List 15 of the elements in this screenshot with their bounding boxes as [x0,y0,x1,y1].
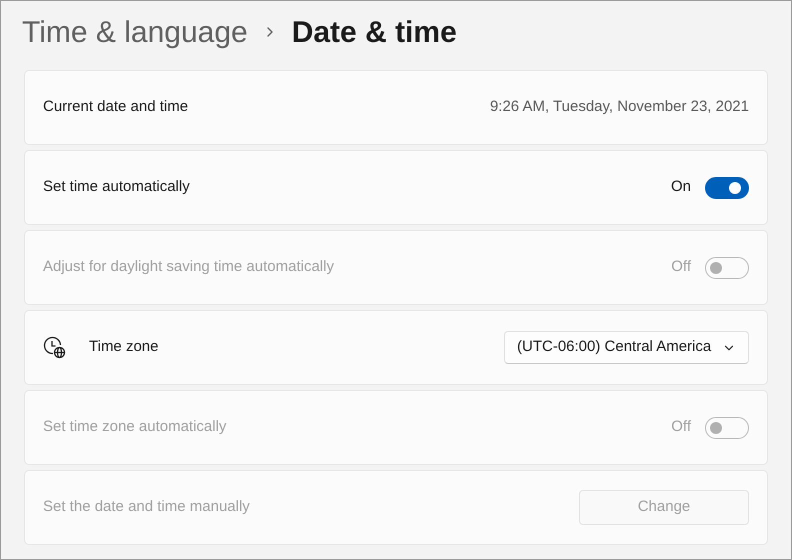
breadcrumb-link[interactable]: Time & language [22,10,248,54]
setting-label: Adjust for daylight saving time automatically [43,257,334,278]
setting-label: Set the date and time manually [43,497,250,518]
setting-label: Set time zone automatically [43,417,226,438]
toggle-state: On [670,177,691,198]
toggle-switch[interactable] [705,176,749,198]
setting-label: Current date and time [43,97,188,118]
toggle-state: Off [671,417,691,438]
toggle-state: Off [671,257,691,278]
clock-globe-icon [43,336,67,360]
current-datetime: 9:26 AM, Tuesday, November 23, 2021 [490,97,749,118]
setting-label: Set time automatically [43,177,190,198]
setting-label: Time zone [89,337,158,358]
page-title: Date & time [292,14,457,50]
time-zone-dropdown[interactable]: (UTC-06:00) Central America [504,331,749,364]
